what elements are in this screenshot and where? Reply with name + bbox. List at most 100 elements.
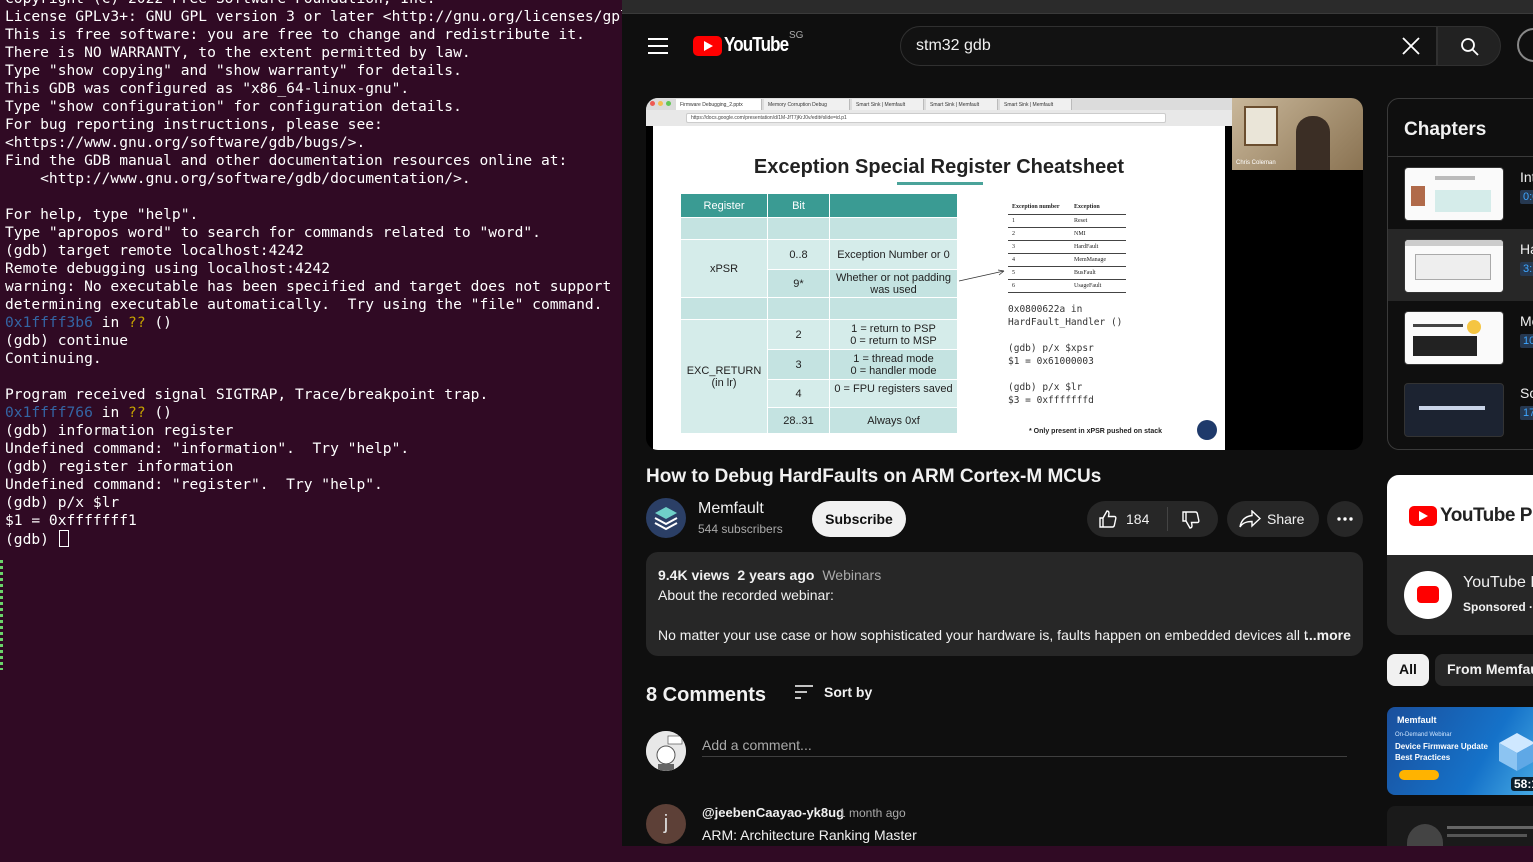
bit-cell: 2 <box>767 319 830 350</box>
youtube-premium-logo: YouTube Premium <box>1409 505 1533 527</box>
terminal-line: This is free software: you are free to c… <box>5 26 622 44</box>
exception-number: 5 <box>1008 266 1070 280</box>
terminal-line: Remote debugging using localhost:4242 <box>5 260 622 278</box>
share-button[interactable]: Share <box>1227 501 1319 537</box>
share-label: Share <box>1267 511 1305 527</box>
channel-subscribers: 544 subscribers <box>698 522 783 536</box>
exception-row: 5 BusFault <box>1008 266 1126 280</box>
terminal-window[interactable]: Copyright (C) 2022 Free Software Foundat… <box>0 0 622 862</box>
embedded-url-bar: https://docs.google.com/presentation/d/1… <box>686 113 1166 123</box>
channel-name[interactable]: Memfault <box>698 500 764 518</box>
device-box-icon <box>1499 733 1533 771</box>
embedded-tab: Smart Sink | Memfault <box>1000 99 1072 110</box>
search-button[interactable] <box>1437 26 1501 66</box>
terminal-line: Find the GDB manual and other documentat… <box>5 152 622 170</box>
terminal-text: Find the GDB manual and other documentat… <box>5 152 568 169</box>
recommended-video-thumbnail[interactable] <box>1387 806 1533 846</box>
account-avatar[interactable] <box>1517 28 1533 62</box>
terminal-text: Copyright (C) 2022 Free Software Foundat… <box>5 0 436 7</box>
subscribe-button[interactable]: Subscribe <box>812 501 906 537</box>
terminal-line: warning: No executable has been specifie… <box>5 278 622 296</box>
chapter-item[interactable]: Intro 0:00 <box>1388 157 1533 229</box>
desc-cell: Whether or not padding was used <box>829 269 958 298</box>
comment-text: ARM: Architecture Ranking Master <box>702 827 917 843</box>
chip-all[interactable]: All <box>1387 654 1429 686</box>
browser-titlebar <box>622 0 1533 14</box>
exception-row: 6 UsageFault <box>1008 279 1126 293</box>
register-table: Register Bit xPSR 0..8 Exception Number … <box>680 193 958 434</box>
channel-avatar[interactable] <box>646 498 686 538</box>
terminal-text: (gdb) target remote localhost:4242 <box>5 242 304 259</box>
terminal-line: Type "apropos word" to search for comman… <box>5 224 622 242</box>
comment-author-avatar[interactable]: j <box>646 804 686 844</box>
thumbs-down-icon <box>1182 511 1200 529</box>
chapter-label: Scripting <box>1520 385 1533 401</box>
like-button[interactable]: 184 <box>1087 501 1167 537</box>
terminal-text: Program received signal SIGTRAP, Trace/b… <box>5 386 489 403</box>
terminal-text: in <box>92 314 129 331</box>
video-player[interactable]: Firmware Debugging_2.pptx Memory Corrupti… <box>646 98 1363 450</box>
chapter-thumbnail <box>1404 239 1504 293</box>
webcam-window <box>1244 106 1278 146</box>
thumbs-up-icon <box>1099 510 1117 528</box>
exception-number: 3 <box>1008 240 1070 254</box>
youtube-logo-text: YouTube <box>724 34 789 56</box>
terminal-cursor <box>58 530 69 547</box>
upload-age: 2 years ago <box>737 567 815 583</box>
terminal-text: This GDB was configured as "x86_64-linux… <box>5 80 410 97</box>
show-more-link[interactable]: ...more <box>1305 627 1351 643</box>
terminal-text: For bug reporting instructions, please s… <box>5 116 383 133</box>
terminal-text: License GPLv3+: GNU GPL version 3 or lat… <box>5 8 622 25</box>
dislike-button[interactable] <box>1168 501 1218 537</box>
terminal-text: Undefined command: "information". Try "h… <box>5 440 410 457</box>
exception-name: UsageFault <box>1070 279 1126 293</box>
youtube-play-icon <box>1409 506 1437 526</box>
view-count: 9.4K views <box>658 567 730 583</box>
gdb-snippet: 0x0800622a in HardFault_Handler () (gdb)… <box>1008 304 1123 406</box>
terminal-text: in <box>92 404 129 421</box>
search-input[interactable] <box>916 27 1386 65</box>
terminal-line: 0x1ffff766 in ?? () <box>5 404 622 422</box>
description-tag[interactable]: Webinars <box>822 567 881 583</box>
bit-cell: 9* <box>767 269 830 298</box>
sponsored-ad-card[interactable]: YouTube Premium YouTube Premium Sponsore… <box>1387 475 1533 635</box>
terminal-line: <https://www.gnu.org/software/gdb/bugs/>… <box>5 134 622 152</box>
arrow-icon <box>958 269 1005 282</box>
terminal-text: This is free software: you are free to c… <box>5 26 585 43</box>
terminal-line: Undefined command: "information". Try "h… <box>5 440 622 458</box>
exc-number-header: Exception number <box>1008 201 1070 215</box>
bit-header: Bit <box>767 193 830 218</box>
terminal-line: 0x1ffff3b6 in ?? () <box>5 314 622 332</box>
more-actions-button[interactable] <box>1327 501 1363 537</box>
youtube-logo[interactable]: YouTube <box>693 34 800 57</box>
comments-count: 8 Comments <box>646 684 767 706</box>
chapter-item[interactable]: HardFaults 3:12 <box>1388 229 1533 301</box>
terminal-output: Copyright (C) 2022 Free Software Foundat… <box>5 0 622 548</box>
add-comment-input[interactable] <box>702 733 1347 757</box>
more-vert-icon <box>1337 517 1353 521</box>
youtube-browser-window: YouTube SG Firmware Deb <box>622 0 1533 846</box>
description-box[interactable]: 9.4K views 2 years ago Webinars About th… <box>646 552 1363 656</box>
sort-label: Sort by <box>824 684 873 700</box>
chapter-item[interactable]: Scripting 17:20 <box>1388 373 1533 445</box>
chapter-item[interactable]: MemManage 10:44 <box>1388 301 1533 373</box>
comment-time[interactable]: 1 month ago <box>839 806 906 820</box>
terminal-line: <http://www.gnu.org/software/gdb/documen… <box>5 170 622 188</box>
register-header: Register <box>680 193 768 218</box>
exception-table: Exception number Exception 1 Reset 2 NMI 3 Ha… <box>1008 201 1126 293</box>
terminal-line: (gdb) continue <box>5 332 622 350</box>
chapters-panel: Chapters Intro 0:00 HardFaults 3:12 <box>1387 98 1533 450</box>
description-line: About the recorded webinar: <box>658 587 834 603</box>
desktop-edge-strip <box>0 560 3 670</box>
sponsored-label: Sponsored · YouTube <box>1463 600 1533 614</box>
terminal-line: (gdb) information register <box>5 422 622 440</box>
webcam-overlay: Chris Coleman <box>1232 98 1363 170</box>
menu-icon[interactable] <box>648 38 668 54</box>
comment-author[interactable]: @jeebenCaayao-yk8ug <box>702 805 844 820</box>
recommended-video-thumbnail[interactable]: Memfault On-Demand Webinar Device Firmwa… <box>1387 707 1533 795</box>
chip-from-channel[interactable]: From Memfault <box>1435 654 1533 686</box>
terminal-line: Continuing. <box>5 350 622 368</box>
terminal-text: <https://www.gnu.org/software/gdb/bugs/>… <box>5 134 366 151</box>
close-icon[interactable] <box>1400 35 1422 57</box>
